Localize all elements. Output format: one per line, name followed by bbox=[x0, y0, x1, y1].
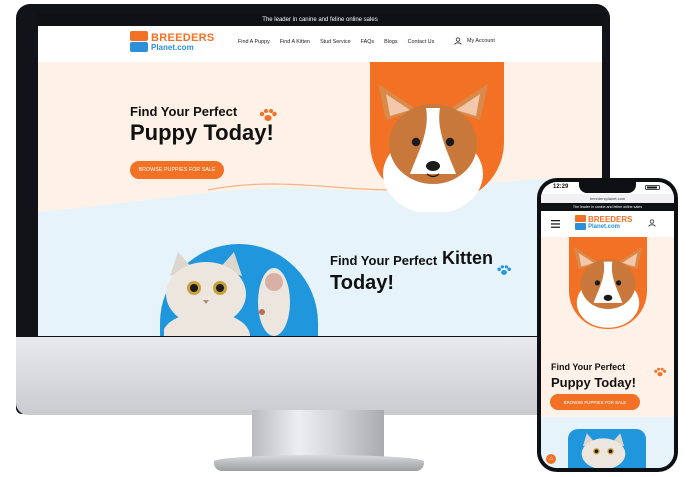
logo-mark-icon bbox=[130, 31, 148, 53]
mobile-notch bbox=[579, 182, 636, 193]
account-icon[interactable] bbox=[648, 219, 656, 227]
mobile-puppy-image bbox=[573, 246, 643, 328]
paw-icon bbox=[654, 367, 667, 377]
monitor-stand-base bbox=[214, 455, 424, 471]
hamburger-icon[interactable] bbox=[551, 220, 560, 228]
mobile-status-bar: 12:29 bbox=[541, 182, 674, 194]
hero-puppy-section: Find Your Perfect Puppy Today! BROWSE PU… bbox=[38, 62, 602, 222]
paw-icon bbox=[497, 265, 511, 275]
mobile-screen: 12:29 breedersplanet.com The leader in c… bbox=[541, 182, 674, 468]
mobile-announcement-bar: The leader in canine and feline online s… bbox=[541, 203, 674, 211]
monitor-chin bbox=[16, 337, 610, 415]
nav-stud-service[interactable]: Stud Service bbox=[320, 39, 351, 45]
nav-blogs[interactable]: Blogs bbox=[384, 39, 398, 45]
puppy-image bbox=[378, 84, 488, 212]
puppy-heading-big: Puppy Today! bbox=[130, 120, 274, 145]
battery-icon bbox=[645, 185, 663, 190]
nav-faqs[interactable]: FAQs bbox=[361, 39, 374, 45]
mobile-url-bar[interactable]: breedersplanet.com bbox=[541, 194, 674, 203]
kitten-heading-accent: Kitten bbox=[442, 248, 493, 268]
browse-puppies-button[interactable]: BROWSE PUPPIES FOR SALE bbox=[130, 161, 224, 179]
site-logo[interactable]: BREEDERS Planet.com bbox=[130, 31, 215, 53]
kitten-image bbox=[164, 252, 290, 336]
home-icon[interactable]: ⌂ bbox=[546, 454, 556, 464]
nav-contact-us[interactable]: Contact Us bbox=[408, 39, 435, 45]
logo-mark-icon bbox=[575, 215, 586, 231]
logo-line-2: Planet.com bbox=[151, 42, 194, 52]
main-menu: Find A Puppy Find A Kitten Stud Service … bbox=[238, 39, 434, 45]
desktop-screen: The leader in canine and feline online s… bbox=[38, 13, 602, 336]
account-icon bbox=[454, 37, 462, 45]
logo-line-1: BREEDERS bbox=[151, 31, 215, 44]
mobile-browse-puppies-button[interactable]: BROWSE PUPPIES FOR SALE bbox=[550, 394, 640, 410]
mobile-header: BREEDERS Planet.com bbox=[541, 211, 674, 237]
mobile-kitten-image bbox=[581, 433, 626, 468]
paw-icon bbox=[259, 109, 277, 121]
mobile-heading-big: Puppy Today! bbox=[551, 375, 636, 390]
account-label: My Account bbox=[467, 38, 495, 44]
announcement-bar: The leader in canine and feline online s… bbox=[38, 13, 602, 26]
mobile-logo-line-2: Planet.com bbox=[588, 224, 621, 230]
hero-kitten-section: Find Your Perfect Kitten Today! bbox=[38, 218, 602, 336]
mobile-hero: Find Your Perfect Puppy Today! BROWSE PU… bbox=[541, 237, 674, 417]
mobile-logo-line-1: BREEDERS bbox=[588, 215, 633, 224]
kitten-heading-small: Find Your Perfect bbox=[330, 253, 438, 268]
kitten-heading-big: Today! bbox=[330, 272, 395, 294]
mobile-logo[interactable]: BREEDERS Planet.com bbox=[575, 215, 632, 231]
nav-find-a-puppy[interactable]: Find A Puppy bbox=[238, 39, 270, 45]
mobile-heading-small: Find Your Perfect bbox=[551, 362, 626, 372]
my-account-link[interactable]: My Account bbox=[454, 37, 495, 45]
monitor-stand-neck bbox=[252, 410, 384, 460]
puppy-heading-small: Find Your Perfect bbox=[130, 104, 238, 119]
nav-find-a-kitten[interactable]: Find A Kitten bbox=[280, 39, 310, 45]
mobile-time: 12:29 bbox=[553, 184, 569, 190]
site-header: BREEDERS Planet.com Find A Puppy Find A … bbox=[38, 26, 602, 62]
